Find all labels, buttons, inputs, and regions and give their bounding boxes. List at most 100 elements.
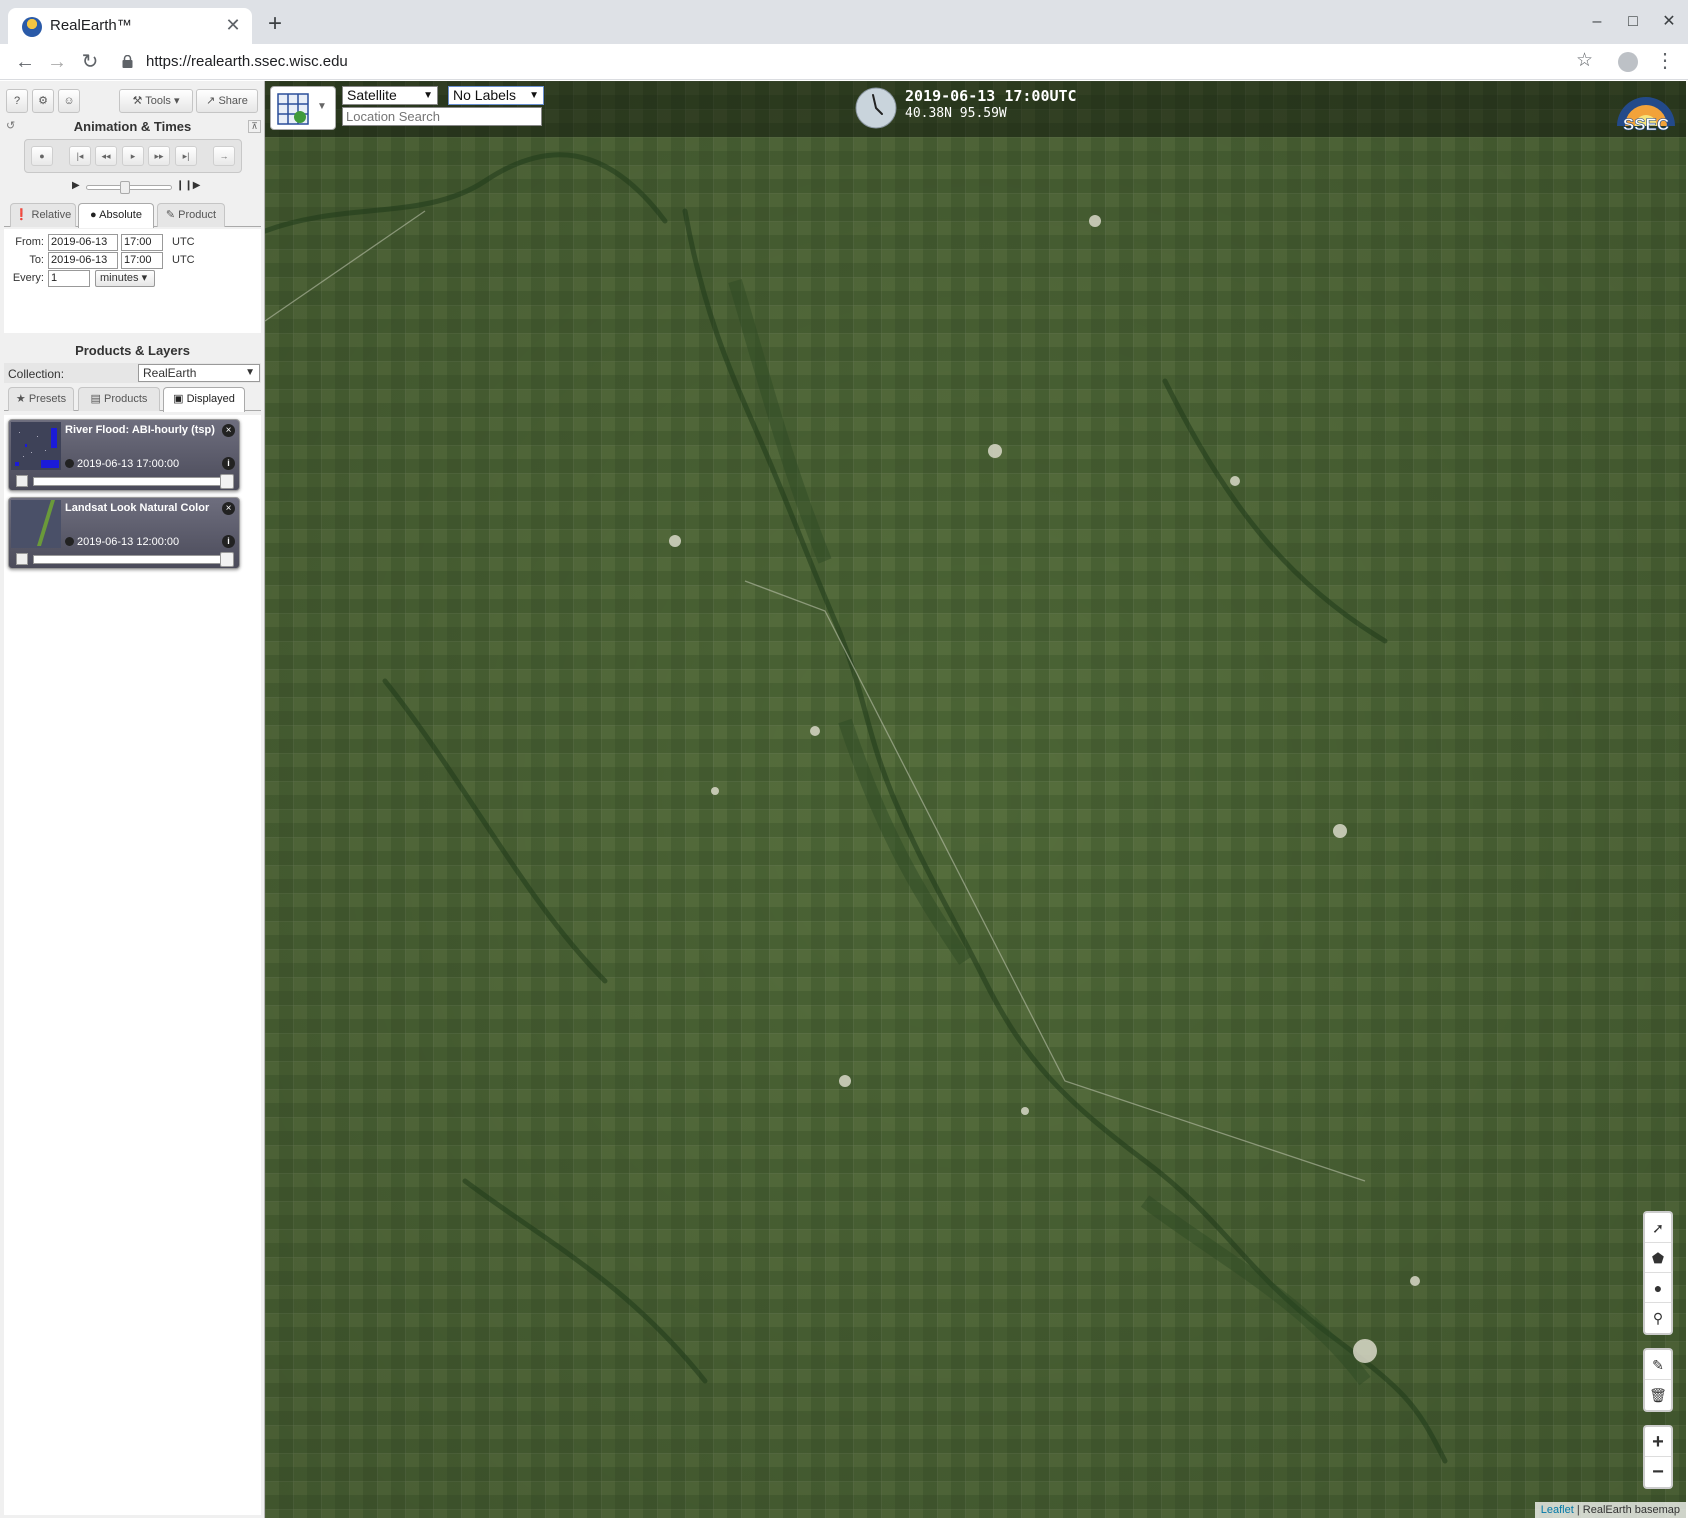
first-frame-button[interactable]: |◂ xyxy=(69,146,91,166)
layer-thumbnail xyxy=(11,500,61,548)
to-label: To: xyxy=(29,254,44,266)
layer-card[interactable]: River Flood: ABI-hourly (tsp) × 2019-06-… xyxy=(8,419,240,491)
absolute-times-form: From: 2019-06-13 17:00 UTC To: 2019-06-1… xyxy=(4,229,261,333)
remove-layer-icon[interactable]: × xyxy=(222,502,235,515)
chevron-down-icon: ▼ xyxy=(245,367,255,378)
zoom-in-button[interactable]: + xyxy=(1645,1427,1671,1457)
map-view[interactable]: ▼ Satellite ▼ No Labels ▼ 2019-06-13 17:… xyxy=(265,81,1686,1518)
location-search-input[interactable] xyxy=(342,107,542,126)
animation-clock-button[interactable]: ● xyxy=(31,146,53,166)
map-header-bar: ▼ Satellite ▼ No Labels ▼ 2019-06-13 17:… xyxy=(265,81,1686,137)
remove-layer-icon[interactable]: × xyxy=(222,424,235,437)
trash-icon[interactable]: 🗑 xyxy=(1645,1380,1671,1410)
ssec-logo[interactable]: SSEC xyxy=(1615,86,1677,132)
every-value-input[interactable]: 1 xyxy=(48,270,90,287)
every-unit-select[interactable]: minutes ▾ xyxy=(95,270,155,287)
animation-speed-row: ▶ ❙❙▶ xyxy=(72,180,200,194)
speed-slider[interactable] xyxy=(86,181,172,194)
labels-select[interactable]: No Labels ▼ xyxy=(448,86,544,105)
layer-info-icon[interactable]: i xyxy=(222,535,235,548)
to-date-input[interactable]: 2019-06-13 xyxy=(48,252,118,269)
browser-menu-icon[interactable]: ⋮ xyxy=(1655,48,1675,73)
star-icon: ★ xyxy=(15,393,26,405)
layer-title: River Flood: ABI-hourly (tsp) xyxy=(65,424,215,436)
opacity-slider-thumb[interactable] xyxy=(220,552,234,567)
tab-close-icon[interactable]: ✕ xyxy=(222,14,244,36)
basemap-select[interactable]: Satellite ▼ xyxy=(342,86,438,105)
chevron-down-icon: ▾ xyxy=(173,95,180,107)
tab-presets-label: Presets xyxy=(28,393,67,405)
forward-arrow-icon[interactable]: → xyxy=(44,49,70,75)
basemap-value: Satellite xyxy=(347,87,397,103)
address-bar[interactable]: https://realearth.ssec.wisc.edu xyxy=(116,48,1610,76)
satellite-imagery[interactable] xyxy=(265,81,1686,1518)
lock-icon xyxy=(122,55,133,68)
basemap-switcher[interactable]: ▼ xyxy=(270,86,336,130)
layer-info-icon[interactable]: i xyxy=(222,457,235,470)
help-button[interactable]: ? xyxy=(6,89,28,113)
bookmark-star-icon[interactable]: ☆ xyxy=(1576,49,1593,72)
circle-icon[interactable]: ● xyxy=(1645,1273,1671,1303)
user-icon[interactable]: ☺ xyxy=(58,89,80,113)
tab-relative[interactable]: ❗ Relative xyxy=(10,203,76,227)
tab-product-label: Product xyxy=(178,209,217,221)
product-tabs: ★ Presets ▤ Products ▣ Displayed xyxy=(4,387,261,412)
layer-card[interactable]: Landsat Look Natural Color × 2019-06-13 … xyxy=(8,497,240,569)
tag-icon: ✎ xyxy=(165,209,176,221)
speed-slow-icon: ▶ xyxy=(72,180,80,191)
zoom-out-button[interactable]: − xyxy=(1645,1457,1671,1487)
profile-avatar-icon[interactable] xyxy=(1618,52,1638,72)
leaflet-link[interactable]: Leaflet xyxy=(1541,1504,1574,1516)
window-minimize-button[interactable]: – xyxy=(1582,10,1612,34)
edit-icon[interactable]: ✎ xyxy=(1645,1350,1671,1380)
tab-relative-label: Relative xyxy=(31,209,72,221)
layer-checkbox[interactable] xyxy=(16,475,28,487)
layer-opacity-slider[interactable] xyxy=(33,552,234,567)
draw-toolbar: ➚ ⬟ ● ⚲ xyxy=(1643,1211,1673,1335)
share-button[interactable]: ↗ Share xyxy=(196,89,258,113)
pin-panel-icon[interactable]: ⊼ xyxy=(248,120,261,133)
cursor-coordinates: 40.38N 95.59W xyxy=(905,106,1007,121)
window-close-button[interactable]: ✕ xyxy=(1654,10,1684,34)
from-date-input[interactable]: 2019-06-13 xyxy=(48,234,118,251)
realearth-favicon-icon xyxy=(22,17,42,37)
new-tab-button[interactable]: + xyxy=(262,12,288,38)
last-frame-button[interactable]: ▸| xyxy=(175,146,197,166)
collection-label: Collection: xyxy=(8,367,65,381)
play-button[interactable]: ▸ xyxy=(122,146,144,166)
step-forward-button[interactable]: ▸▸ xyxy=(148,146,170,166)
browser-tab[interactable]: RealEarth™ ✕ xyxy=(8,8,252,44)
layer-time: 2019-06-13 17:00:00 xyxy=(65,458,179,470)
tab-products[interactable]: ▤ Products xyxy=(78,387,160,411)
settings-gear-icon[interactable]: ⚙ xyxy=(32,89,54,113)
tab-presets[interactable]: ★ Presets xyxy=(8,387,74,411)
from-time-input[interactable]: 17:00 xyxy=(121,234,163,251)
reload-icon[interactable]: ↻ xyxy=(77,49,103,75)
tab-product[interactable]: ✎ Product xyxy=(157,203,225,227)
tab-absolute[interactable]: ● Absolute xyxy=(78,203,154,228)
clock-icon xyxy=(65,459,74,468)
next-arrow-button[interactable]: → xyxy=(213,146,235,166)
attribution-text: | RealEarth basemap xyxy=(1573,1504,1680,1516)
back-arrow-icon[interactable]: ← xyxy=(12,49,38,75)
step-back-button[interactable]: ◂◂ xyxy=(95,146,117,166)
every-label: Every: xyxy=(12,272,44,284)
marker-icon[interactable]: ⚲ xyxy=(1645,1303,1671,1333)
tab-displayed[interactable]: ▣ Displayed xyxy=(163,387,245,412)
collection-select[interactable]: RealEarth ▼ xyxy=(138,364,260,382)
opacity-slider-thumb[interactable] xyxy=(220,474,234,489)
tools-button[interactable]: ⚒ Tools ▾ xyxy=(119,89,193,113)
layer-checkbox[interactable] xyxy=(16,553,28,565)
tab-displayed-label: Displayed xyxy=(186,393,235,405)
labels-value: No Labels xyxy=(453,87,517,103)
polyline-icon[interactable]: ➚ xyxy=(1645,1213,1671,1243)
polygon-icon[interactable]: ⬟ xyxy=(1645,1243,1671,1273)
time-tabs: ❗ Relative ● Absolute ✎ Product xyxy=(4,203,261,228)
map-valid-time: 2019-06-13 17:00UTC xyxy=(905,87,1077,105)
displayed-layers-list: River Flood: ABI-hourly (tsp) × 2019-06-… xyxy=(4,415,261,1515)
window-maximize-button[interactable]: □ xyxy=(1618,10,1648,34)
speed-slider-thumb[interactable] xyxy=(120,181,131,194)
from-tz-label: UTC xyxy=(172,236,195,248)
to-time-input[interactable]: 17:00 xyxy=(121,252,163,269)
layer-opacity-slider[interactable] xyxy=(33,474,234,489)
